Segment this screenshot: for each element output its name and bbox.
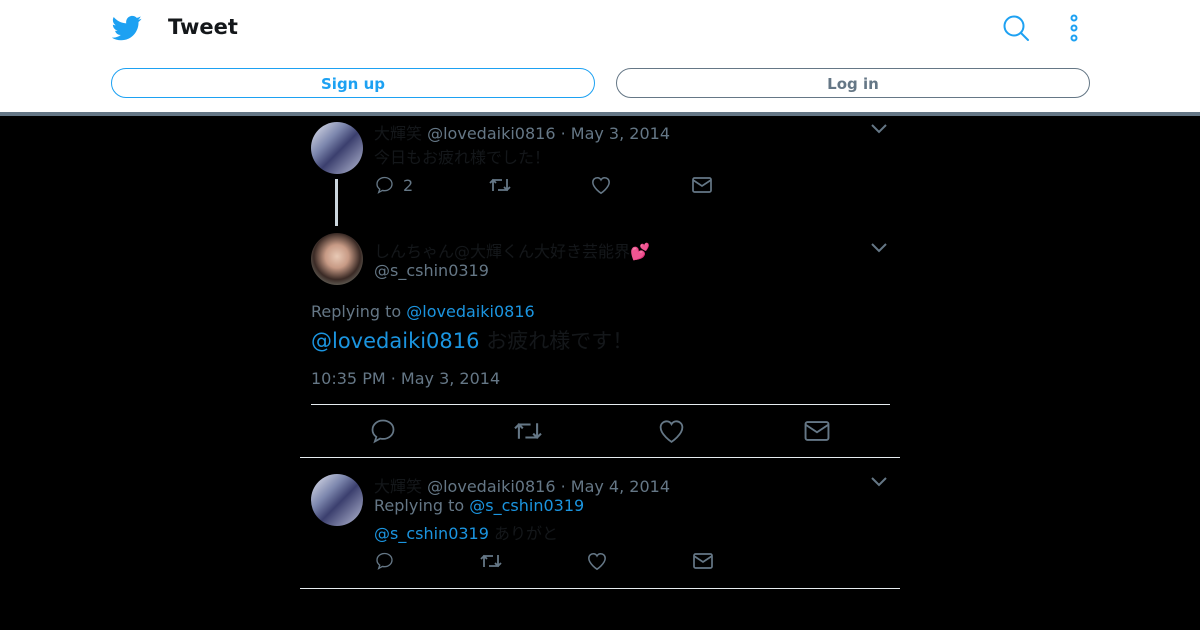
more-options-icon[interactable]	[1063, 13, 1085, 43]
display-name-row: しんちゃん@大輝くん大好き芸能界💕	[374, 238, 650, 262]
replying-to: Replying to @lovedaiki0816	[311, 302, 535, 321]
chevron-down-icon[interactable]	[870, 476, 888, 488]
like-icon[interactable]	[586, 551, 608, 571]
reply-icon[interactable]	[374, 551, 395, 571]
replying-to-link[interactable]: @lovedaiki0816	[406, 302, 534, 321]
tweet-header: 大輝笑 @lovedaiki0816 · May 3, 2014	[374, 124, 670, 143]
chevron-down-icon[interactable]	[870, 242, 888, 254]
divider	[300, 457, 900, 458]
avatar[interactable]	[311, 474, 363, 526]
chevron-down-icon[interactable]	[870, 123, 888, 135]
retweet-icon[interactable]	[512, 418, 544, 444]
sign-up-button[interactable]: Sign up	[111, 68, 595, 98]
tweet-text: @s_cshin0319 ありがと	[374, 524, 559, 543]
display-name[interactable]: 大輝笑	[374, 124, 422, 143]
replying-to-link[interactable]: @s_cshin0319	[469, 496, 584, 515]
log-in-button[interactable]: Log in	[616, 68, 1090, 98]
display-name[interactable]: 大輝笑	[374, 477, 422, 496]
reply-icon	[376, 176, 393, 194]
handle[interactable]: @lovedaiki0816	[427, 477, 555, 496]
direct-message-icon[interactable]	[692, 551, 714, 571]
replying-to: Replying to @s_cshin0319	[374, 496, 585, 515]
direct-message-icon[interactable]	[691, 175, 713, 195]
handle[interactable]: @lovedaiki0816	[427, 124, 555, 143]
avatar[interactable]	[311, 122, 363, 174]
reply-count: 2	[403, 175, 414, 195]
divider	[300, 588, 900, 589]
like-icon[interactable]	[657, 417, 686, 445]
mention-link[interactable]: @lovedaiki0816	[311, 329, 480, 353]
handle[interactable]: @s_cshin0319	[374, 261, 489, 280]
tweet-text: 今日もお疲れ様でした！	[374, 148, 551, 167]
reply-icon[interactable]	[369, 417, 397, 445]
tweet-date[interactable]: May 4, 2014	[571, 477, 670, 496]
tweet-timestamp[interactable]: 10:35 PM · May 3, 2014	[311, 369, 500, 388]
display-name[interactable]: しんちゃん@大輝くん大好き芸能界	[374, 242, 630, 261]
search-icon[interactable]	[1001, 13, 1031, 43]
retweet-icon[interactable]	[488, 175, 512, 195]
thread-line	[335, 179, 338, 226]
direct-message-icon[interactable]	[803, 418, 831, 444]
avatar[interactable]	[311, 233, 363, 285]
tweet-header: 大輝笑 @lovedaiki0816 · May 4, 2014	[374, 477, 670, 496]
tweet-text: @lovedaiki0816 お疲れ様です！	[311, 329, 634, 353]
tweet-date[interactable]: May 3, 2014	[571, 124, 670, 143]
retweet-icon[interactable]	[479, 551, 503, 571]
top-bar: Tweet Sign up Log in	[0, 0, 1200, 116]
divider	[311, 404, 890, 405]
mention-link[interactable]: @s_cshin0319	[374, 524, 489, 543]
like-icon[interactable]	[590, 175, 612, 195]
page-title: Tweet	[168, 15, 238, 39]
twitter-bird-icon[interactable]	[112, 13, 142, 43]
two-hearts-emoji: 💕	[630, 242, 650, 261]
reply-action[interactable]: 2	[374, 175, 413, 195]
